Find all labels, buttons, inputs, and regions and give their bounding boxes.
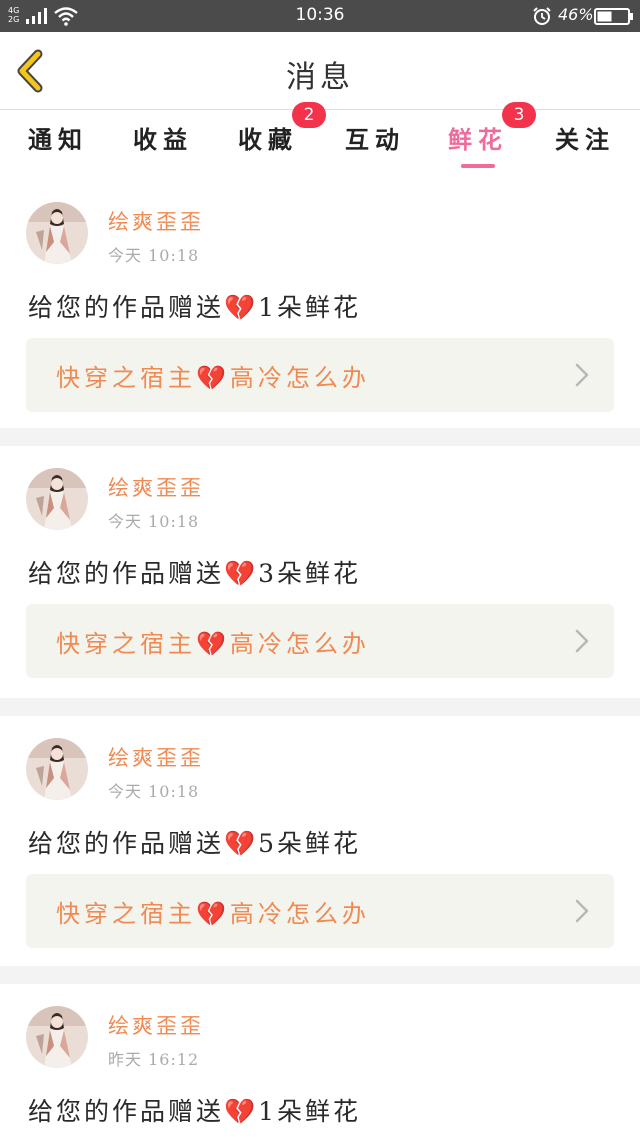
message-text: 给您的作品赠送💔3朵鲜花 [28, 559, 362, 588]
battery-icon [594, 8, 633, 25]
message-text: 给您的作品赠送💔1朵鲜花 [28, 293, 362, 322]
card-separator [0, 698, 640, 716]
avatar[interactable] [26, 202, 88, 264]
tab-notifications[interactable]: 通知 [28, 120, 88, 155]
avatar[interactable] [26, 468, 88, 530]
work-link-button[interactable]: 快穿之宿主💔高冷怎么办 [26, 338, 614, 412]
favorites-badge: 2 [292, 102, 326, 128]
message-card: 绘爽歪歪 昨天 16:12 给您的作品赠送💔1朵鲜花 [0, 984, 640, 1138]
avatar[interactable] [26, 738, 88, 800]
sender-name[interactable]: 绘爽歪歪 [108, 472, 204, 502]
battery-percent: 46% [558, 5, 594, 24]
sender-name[interactable]: 绘爽歪歪 [108, 206, 204, 236]
message-card: 绘爽歪歪 今天 10:18 给您的作品赠送💔5朵鲜花 快穿之宿主💔高冷怎么办 [0, 716, 640, 968]
tabs-divider [0, 172, 640, 180]
work-link-button[interactable]: 快穿之宿主💔高冷怎么办 [26, 604, 614, 678]
chevron-right-icon [575, 629, 589, 653]
work-title: 快穿之宿主💔高冷怎么办 [56, 630, 370, 658]
tab-earnings[interactable]: 收益 [133, 120, 193, 155]
page-title: 消息 [286, 60, 354, 95]
card-separator [0, 966, 640, 984]
chevron-right-icon [575, 363, 589, 387]
message-text: 给您的作品赠送💔5朵鲜花 [28, 829, 362, 858]
tab-favorites[interactable]: 收藏 [238, 120, 298, 155]
message-category-tabs: 通知 收益 收藏 2 互动 鲜花 3 关注 [0, 102, 640, 172]
card-separator [0, 428, 640, 446]
sender-name[interactable]: 绘爽歪歪 [108, 742, 204, 772]
message-timestamp: 昨天 16:12 [108, 1050, 200, 1069]
alarm-clock-icon [533, 7, 551, 25]
message-timestamp: 今天 10:18 [108, 782, 200, 801]
active-tab-indicator [461, 164, 495, 168]
tab-flowers[interactable]: 鲜花 [448, 120, 508, 155]
tab-following[interactable]: 关注 [555, 120, 615, 155]
tab-interactions[interactable]: 互动 [345, 120, 405, 155]
work-title: 快穿之宿主💔高冷怎么办 [56, 364, 370, 392]
chevron-right-icon [575, 899, 589, 923]
work-link-button[interactable]: 快穿之宿主💔高冷怎么办 [26, 874, 614, 948]
message-timestamp: 今天 10:18 [108, 512, 200, 531]
avatar[interactable] [26, 1006, 88, 1068]
message-text: 给您的作品赠送💔1朵鲜花 [28, 1097, 362, 1126]
message-timestamp: 今天 10:18 [108, 246, 200, 265]
app-header: 消息 [0, 32, 640, 110]
message-card: 绘爽歪歪 今天 10:18 给您的作品赠送💔1朵鲜花 快穿之宿主💔高冷怎么办 [0, 180, 640, 432]
work-title: 快穿之宿主💔高冷怎么办 [56, 900, 370, 928]
sender-name[interactable]: 绘爽歪歪 [108, 1010, 204, 1040]
message-card: 绘爽歪歪 今天 10:18 给您的作品赠送💔3朵鲜花 快穿之宿主💔高冷怎么办 [0, 446, 640, 698]
status-bar: 4G 2G 10:36 46% [0, 0, 640, 32]
flowers-badge: 3 [502, 102, 536, 128]
